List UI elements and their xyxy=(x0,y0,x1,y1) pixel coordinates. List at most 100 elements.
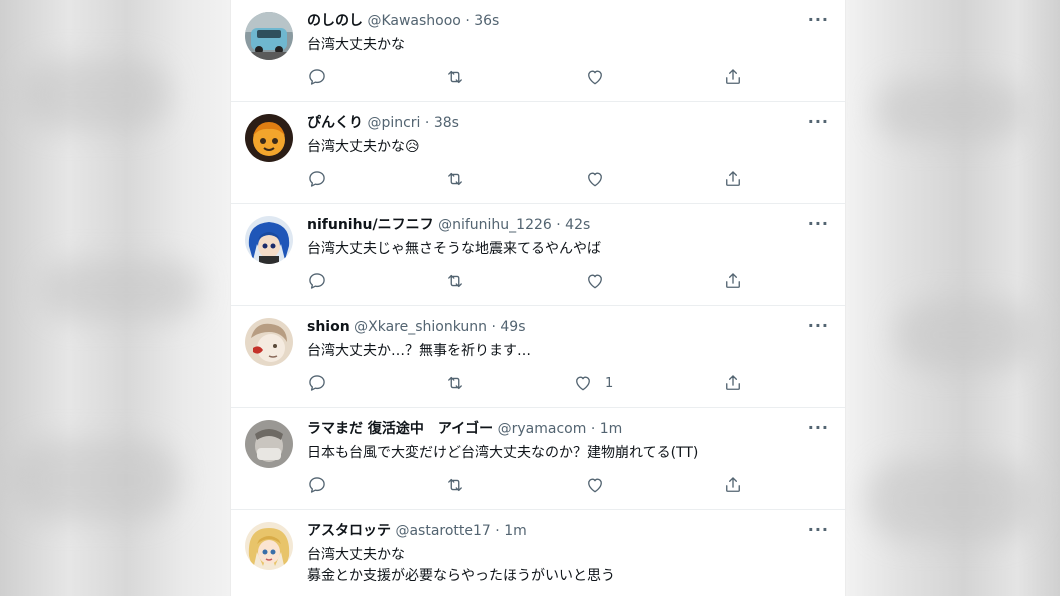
display-name[interactable]: shion xyxy=(307,319,350,335)
tweet[interactable]: ぴんくり @pincri · 38s ··· 台湾大丈夫かな😥 xyxy=(231,102,845,204)
timestamp[interactable]: 1m xyxy=(504,523,527,539)
tweet-line: 日本も台風で大変だけど台湾大丈夫なのか？建物崩れてる(TT) xyxy=(307,445,699,461)
share-icon xyxy=(726,273,740,288)
separator-dot: · xyxy=(491,319,496,335)
tweet-text: 台湾大丈夫じゃ無さそうな地震来てるやんやば xyxy=(307,239,601,260)
display-name[interactable]: のしのし xyxy=(307,13,363,29)
tweet-actions xyxy=(307,270,757,292)
display-name[interactable]: アスタロッテ xyxy=(307,523,391,539)
tweet-text: 台湾大丈夫かな xyxy=(307,35,405,56)
tweet-header: shion @Xkare_shionkunn · 49s xyxy=(307,318,526,336)
tweet[interactable]: アスタロッテ @astarotte17 · 1m ··· 台湾大丈夫かな 募金と… xyxy=(231,510,845,596)
car-avatar[interactable] xyxy=(245,12,293,60)
like-icon xyxy=(576,376,590,391)
timestamp[interactable]: 42s xyxy=(565,217,590,233)
more-icon[interactable]: ··· xyxy=(808,112,829,131)
share-button[interactable] xyxy=(723,66,743,88)
blurred-background-left xyxy=(0,0,230,596)
tweet-line: 台湾大丈夫かな xyxy=(307,37,405,53)
more-icon[interactable]: ··· xyxy=(808,520,829,539)
share-icon xyxy=(726,477,740,492)
tweet-text: 台湾大丈夫かな😥 xyxy=(307,137,420,158)
reply-icon xyxy=(309,273,325,289)
reply-icon xyxy=(309,477,325,493)
like-button[interactable] xyxy=(585,168,617,190)
handle[interactable]: @ryamacom xyxy=(498,421,587,437)
tweet-line: 台湾大丈夫かな xyxy=(307,547,405,563)
timestamp[interactable]: 38s xyxy=(434,115,459,131)
like-icon xyxy=(588,172,602,187)
separator-dot: · xyxy=(556,217,561,233)
reply-button[interactable] xyxy=(307,66,327,88)
tweet-header: ぴんくり @pincri · 38s xyxy=(307,114,459,132)
more-icon[interactable]: ··· xyxy=(808,418,829,437)
retweet-button[interactable] xyxy=(445,270,465,292)
like-count: 1 xyxy=(605,375,614,391)
tweet-line: 台湾大丈夫かな😥 xyxy=(307,139,420,155)
reply-button[interactable] xyxy=(307,168,327,190)
share-icon xyxy=(726,69,740,84)
gray-photo-avatar[interactable] xyxy=(245,420,293,468)
tweet-actions xyxy=(307,168,757,190)
retweet-button[interactable] xyxy=(445,474,465,496)
retweet-icon xyxy=(448,478,462,492)
share-button[interactable] xyxy=(723,372,743,394)
tweet-line: 台湾大丈夫か…？無事を祈ります… xyxy=(307,343,531,359)
handle[interactable]: @pincri xyxy=(367,115,420,131)
display-name[interactable]: nifunihu/ニフニフ xyxy=(307,217,434,233)
tweet-header: アスタロッテ @astarotte17 · 1m xyxy=(307,522,527,540)
display-name[interactable]: ラマまだ 復活途中 アイゴー xyxy=(307,421,493,437)
handle[interactable]: @nifunihu_1226 xyxy=(438,217,552,233)
reply-button[interactable] xyxy=(307,474,327,496)
more-icon[interactable]: ··· xyxy=(808,10,829,29)
timestamp[interactable]: 1m xyxy=(600,421,623,437)
handle[interactable]: @Xkare_shionkunn xyxy=(354,319,487,335)
retweet-icon xyxy=(448,274,462,288)
like-icon xyxy=(588,274,602,289)
handle[interactable]: @astarotte17 xyxy=(395,523,490,539)
retweet-icon xyxy=(448,70,462,84)
timestamp[interactable]: 49s xyxy=(500,319,525,335)
sketch-face-avatar[interactable] xyxy=(245,318,293,366)
tweet-header: nifunihu/ニフニフ @nifunihu_1226 · 42s xyxy=(307,216,590,234)
more-icon[interactable]: ··· xyxy=(808,214,829,233)
retweet-button[interactable] xyxy=(445,168,465,190)
display-name[interactable]: ぴんくり xyxy=(307,115,363,131)
tweet-line: 台湾大丈夫じゃ無さそうな地震来てるやんやば xyxy=(307,241,601,257)
tweet[interactable]: のしのし @Kawashooo · 36s ··· 台湾大丈夫かな xyxy=(231,0,845,102)
like-button[interactable] xyxy=(585,474,617,496)
blue-hair-anime-avatar[interactable] xyxy=(245,216,293,264)
timestamp[interactable]: 36s xyxy=(474,13,499,29)
tweet-header: のしのし @Kawashooo · 36s xyxy=(307,12,499,30)
tweet[interactable]: shion @Xkare_shionkunn · 49s ··· 台湾大丈夫か…… xyxy=(231,306,845,408)
like-button[interactable] xyxy=(585,270,617,292)
like-button[interactable]: 1 xyxy=(573,372,613,394)
tweet[interactable]: nifunihu/ニフニフ @nifunihu_1226 · 42s ··· 台… xyxy=(231,204,845,306)
tweet-text: 台湾大丈夫かな 募金とか支援が必要ならやったほうがいいと思う xyxy=(307,545,615,587)
handle[interactable]: @Kawashooo xyxy=(367,13,460,29)
more-icon[interactable]: ··· xyxy=(808,316,829,335)
share-button[interactable] xyxy=(723,270,743,292)
tweet-actions xyxy=(307,474,757,496)
reply-icon xyxy=(309,69,325,85)
separator-dot: · xyxy=(465,13,470,29)
tweet-actions: 1 xyxy=(307,372,757,394)
retweet-icon xyxy=(448,376,462,390)
retweet-button[interactable] xyxy=(445,66,465,88)
tweet-actions xyxy=(307,66,757,88)
share-button[interactable] xyxy=(723,168,743,190)
tweet-timeline: のしのし @Kawashooo · 36s ··· 台湾大丈夫かな ぴんくり @… xyxy=(230,0,846,596)
reply-button[interactable] xyxy=(307,270,327,292)
share-button[interactable] xyxy=(723,474,743,496)
retweet-button[interactable] xyxy=(445,372,465,394)
retweet-icon xyxy=(448,172,462,186)
tweet[interactable]: ラマまだ 復活途中 アイゴー @ryamacom · 1m ··· 日本も台風で… xyxy=(231,408,845,510)
like-button[interactable] xyxy=(585,66,617,88)
cartoon-face-avatar[interactable] xyxy=(245,114,293,162)
blurred-background-right xyxy=(846,0,1060,596)
tweet-text: 日本も台風で大変だけど台湾大丈夫なのか？建物崩れてる(TT) xyxy=(307,443,698,464)
tweet-line: 募金とか支援が必要ならやったほうがいいと思う xyxy=(307,568,615,584)
reply-button[interactable] xyxy=(307,372,327,394)
like-icon xyxy=(588,70,602,85)
blonde-anime-avatar[interactable] xyxy=(245,522,293,570)
